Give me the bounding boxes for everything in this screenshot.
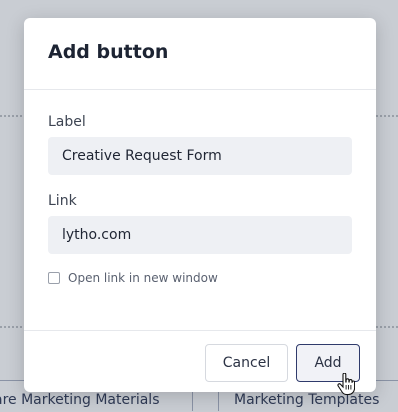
open-new-window-checkbox[interactable] (48, 272, 60, 284)
dialog-header: Add button (24, 18, 376, 90)
link-field-label: Link (48, 193, 77, 209)
hand-pointer-icon (337, 373, 355, 395)
cancel-button[interactable]: Cancel (205, 344, 288, 382)
label-input[interactable]: Creative Request Form (48, 137, 352, 175)
dialog-body: Label Creative Request Form Link lytho.c… (24, 90, 376, 285)
dialog-title: Add button (48, 41, 169, 63)
open-new-window-label[interactable]: Open link in new window (68, 271, 218, 285)
background-tab-marketing-templates[interactable]: Marketing Templates (234, 392, 379, 408)
label-field-group: Label Creative Request Form (48, 114, 352, 175)
link-field-group: Link lytho.com (48, 193, 352, 254)
dialog-footer: Cancel Add (24, 330, 376, 392)
open-new-window-option[interactable]: Open link in new window (48, 271, 352, 285)
link-input[interactable]: lytho.com (48, 216, 352, 254)
background-tab-marketing-materials[interactable]: are Marketing Materials (0, 392, 159, 408)
add-button-dialog: Add button Label Creative Request Form L… (24, 18, 376, 392)
label-field-label: Label (48, 114, 86, 130)
